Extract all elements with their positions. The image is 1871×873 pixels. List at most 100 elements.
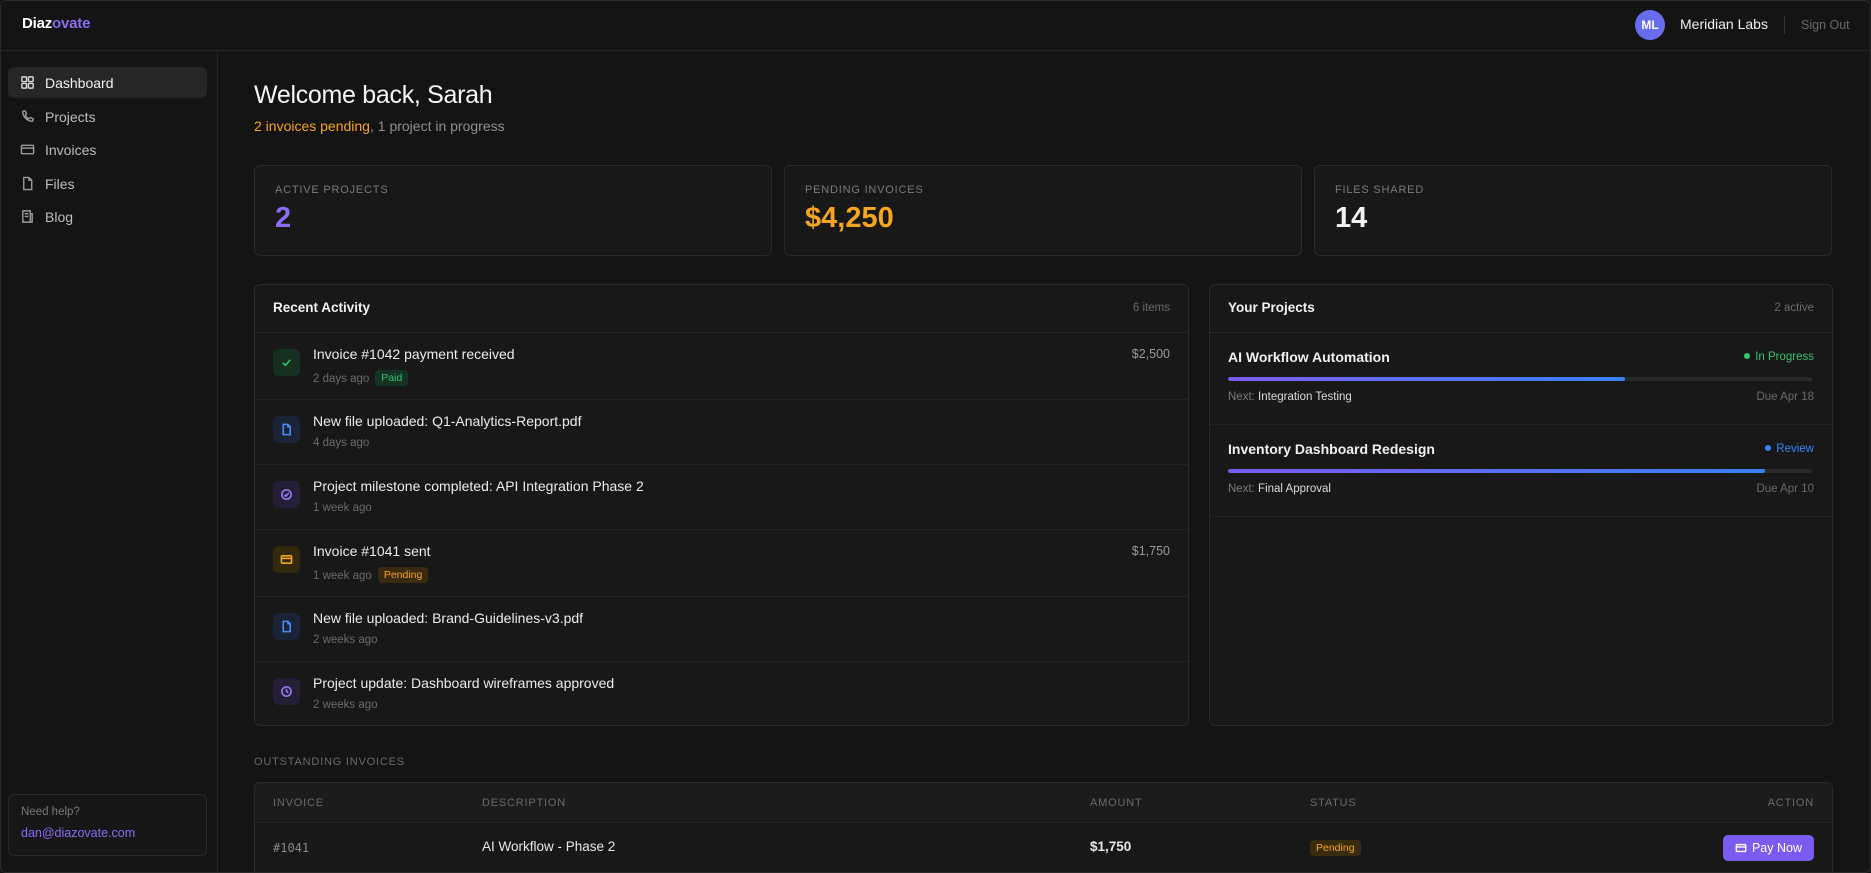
file-icon bbox=[273, 416, 300, 443]
column-header: STATUS bbox=[1310, 797, 1357, 809]
progress-fill bbox=[1228, 377, 1626, 381]
status-dot bbox=[1744, 353, 1751, 359]
next-label: Next: bbox=[1228, 391, 1259, 403]
column-header: DESCRIPTION bbox=[482, 797, 566, 809]
section-label: OUTSTANDING INVOICES bbox=[254, 756, 405, 768]
progress-fill bbox=[1228, 469, 1766, 473]
sidebar-item-label: Blog bbox=[45, 208, 74, 225]
progress-summary: , 1 project in progress bbox=[369, 118, 505, 134]
stat-label: PENDING INVOICES bbox=[805, 184, 924, 196]
status-badge: Pending bbox=[377, 567, 429, 583]
stat-value: 14 bbox=[1335, 202, 1368, 234]
next-step: Next: Final Approval bbox=[1228, 483, 1331, 495]
status-dot bbox=[1765, 445, 1772, 451]
sidebar-item-label: Invoices bbox=[45, 141, 97, 158]
main-content: Welcome back, Sarah 2 invoices pending, … bbox=[218, 51, 1870, 872]
divider bbox=[1784, 16, 1785, 34]
sidebar-item-blog[interactable]: Blog bbox=[8, 201, 207, 232]
page-title: Welcome back, Sarah bbox=[254, 81, 493, 109]
activity-item[interactable]: Invoice #1041 sent 1 week ago Pending $1,… bbox=[255, 530, 1188, 597]
activity-item[interactable]: New file uploaded: Brand-Guidelines-v3.p… bbox=[255, 597, 1188, 662]
status-label: In Progress bbox=[1755, 351, 1814, 363]
sidebar-item-label: Dashboard bbox=[45, 74, 114, 91]
invoice-number: #1041 bbox=[273, 841, 310, 855]
project-name: AI Workflow Automation bbox=[1228, 349, 1390, 365]
file-icon bbox=[23, 176, 33, 191]
project-card[interactable]: Inventory Dashboard Redesign Review Next… bbox=[1210, 425, 1832, 517]
activity-title: Invoice #1041 sent bbox=[313, 543, 431, 559]
next-value: Final Approval bbox=[1258, 483, 1331, 495]
stat-value: $4,250 bbox=[805, 202, 894, 234]
column-header: AMOUNT bbox=[1090, 797, 1143, 809]
phone-icon bbox=[22, 110, 34, 122]
activity-timestamp: 2 days ago bbox=[313, 373, 370, 385]
activity-amount: $2,500 bbox=[1131, 347, 1170, 361]
stat-label: FILES SHARED bbox=[1335, 184, 1425, 196]
activity-title: Invoice #1042 payment received bbox=[313, 346, 515, 362]
column-header: ACTION bbox=[1767, 797, 1814, 809]
avatar[interactable]: ML bbox=[1635, 10, 1665, 40]
stat-card-pending-invoices: PENDING INVOICES $4,250 bbox=[784, 165, 1302, 256]
invoice-description: AI Workflow - Phase 2 bbox=[482, 839, 616, 854]
project-status: Review bbox=[1765, 443, 1814, 455]
card-icon bbox=[273, 546, 300, 573]
grid-icon bbox=[21, 76, 34, 89]
pay-now-button[interactable]: Pay Now bbox=[1722, 835, 1814, 861]
pay-now-label: Pay Now bbox=[1751, 841, 1802, 855]
pending-summary: 2 invoices pending bbox=[254, 118, 370, 134]
help-box: Need help? dan@diazovate.com bbox=[8, 794, 207, 856]
invoice-amount: $1,750 bbox=[1090, 839, 1132, 854]
activity-time: 2 weeks ago bbox=[313, 699, 378, 711]
activity-title: Project milestone completed: API Integra… bbox=[313, 478, 644, 494]
check-circle-icon bbox=[273, 481, 300, 508]
project-card[interactable]: AI Workflow Automation In Progress Next:… bbox=[1210, 333, 1832, 425]
activity-time: 1 week ago Pending bbox=[313, 567, 429, 583]
sidebar-item-files[interactable]: Files bbox=[8, 168, 207, 199]
invoice-status: Pending bbox=[1310, 840, 1361, 856]
card-icon bbox=[1735, 843, 1747, 853]
sidebar-item-dashboard[interactable]: Dashboard bbox=[8, 67, 207, 98]
sign-out-link[interactable]: Sign Out bbox=[1801, 18, 1850, 32]
help-title: Need help? bbox=[21, 806, 80, 818]
blog-icon bbox=[22, 210, 33, 223]
stat-card-files-shared: FILES SHARED 14 bbox=[1314, 165, 1832, 256]
check-icon bbox=[273, 349, 300, 376]
progress-bar bbox=[1228, 377, 1812, 381]
stat-label: ACTIVE PROJECTS bbox=[275, 184, 389, 196]
activity-title: New file uploaded: Q1-Analytics-Report.p… bbox=[313, 413, 582, 429]
panel-title: Your Projects bbox=[1228, 300, 1315, 315]
project-name: Inventory Dashboard Redesign bbox=[1228, 441, 1435, 457]
activity-title: New file uploaded: Brand-Guidelines-v3.p… bbox=[313, 610, 584, 626]
recent-activity-panel: Recent Activity 6 items Invoice #1042 pa… bbox=[254, 284, 1189, 726]
project-status: In Progress bbox=[1744, 351, 1814, 363]
activity-time: 1 week ago bbox=[313, 502, 372, 514]
stat-card-active-projects: ACTIVE PROJECTS 2 bbox=[254, 165, 772, 256]
page-subtitle: 2 invoices pending, 1 project in progres… bbox=[254, 118, 505, 134]
activity-item[interactable]: Project milestone completed: API Integra… bbox=[255, 465, 1188, 530]
activity-time: 2 weeks ago bbox=[313, 634, 378, 646]
help-email-link[interactable]: dan@diazovate.com bbox=[21, 826, 194, 840]
activity-item[interactable]: Project update: Dashboard wireframes app… bbox=[255, 662, 1188, 725]
activity-amount: $1,750 bbox=[1131, 544, 1170, 558]
logo-accent: ovate bbox=[52, 15, 91, 32]
column-header: INVOICE bbox=[273, 797, 324, 809]
logo-prefix: Diaz bbox=[22, 15, 53, 32]
due-date: Due Apr 18 bbox=[1756, 391, 1814, 403]
sidebar-item-projects[interactable]: Projects bbox=[8, 101, 207, 132]
activity-item[interactable]: New file uploaded: Q1-Analytics-Report.p… bbox=[255, 400, 1188, 465]
due-date: Due Apr 10 bbox=[1756, 483, 1814, 495]
status-label: Review bbox=[1776, 443, 1814, 455]
org-name: Meridian Labs bbox=[1680, 16, 1768, 32]
invoices-table: INVOICE DESCRIPTION AMOUNT STATUS ACTION… bbox=[254, 782, 1833, 872]
app-window: Diazovate ML Meridian Labs Sign Out Dash… bbox=[0, 0, 1871, 873]
activity-item[interactable]: Invoice #1042 payment received 2 days ag… bbox=[255, 333, 1188, 400]
panel-title: Recent Activity bbox=[273, 300, 371, 315]
next-value: Integration Testing bbox=[1258, 391, 1352, 403]
item-count: 6 items bbox=[1132, 302, 1170, 314]
sidebar-item-invoices[interactable]: Invoices bbox=[8, 134, 207, 165]
sidebar: Dashboard Projects Invoices Files Blog N… bbox=[1, 51, 218, 872]
activity-time: 2 days ago Paid bbox=[313, 370, 409, 386]
logo[interactable]: Diazovate bbox=[22, 15, 90, 32]
top-bar: Diazovate ML Meridian Labs Sign Out bbox=[1, 1, 1870, 51]
panel-header: Recent Activity 6 items bbox=[255, 285, 1188, 333]
